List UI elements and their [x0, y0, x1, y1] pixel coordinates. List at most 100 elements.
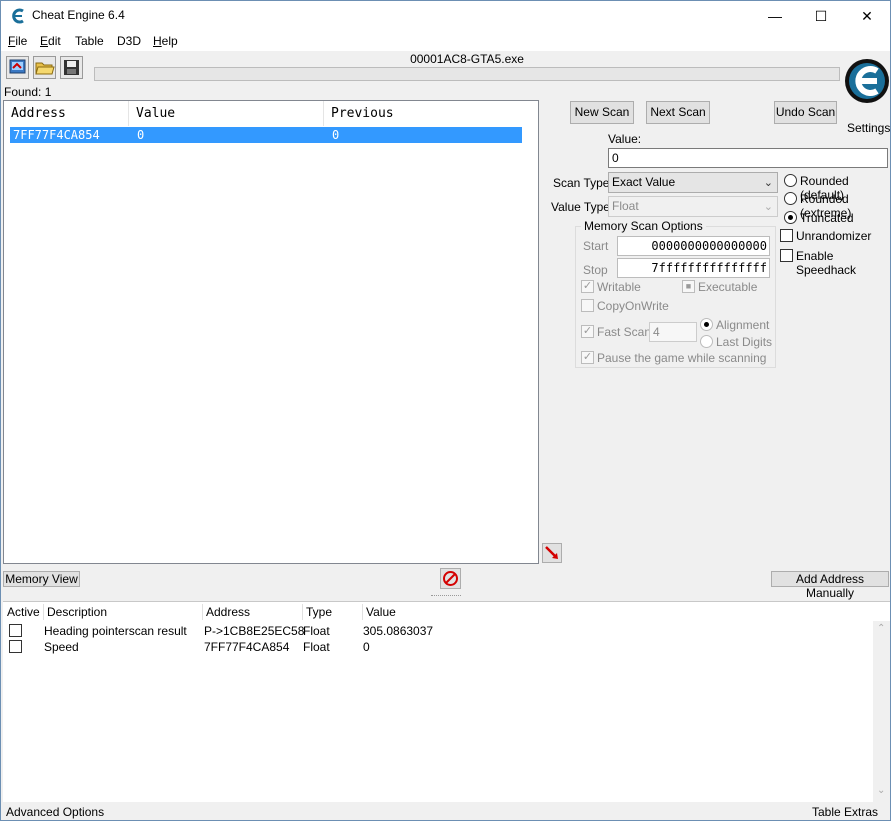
value-type-select[interactable]: Float ⌄ [608, 196, 778, 217]
process-name: 00001AC8-GTA5.exe [410, 52, 524, 66]
result-value: 0 [137, 128, 145, 142]
stop-label: Stop [583, 263, 608, 277]
result-row[interactable]: 7FF77F4CA854 0 0 [10, 127, 522, 143]
speedhack-checkbox[interactable] [780, 249, 793, 262]
settings-link[interactable]: Settings [847, 121, 890, 135]
rounded-default-radio[interactable] [784, 174, 797, 187]
copy-on-write-checkbox[interactable] [581, 299, 594, 312]
select-process-button[interactable] [6, 56, 29, 79]
speedhack-label: Enable Speedhack [796, 249, 857, 277]
table-row[interactable]: Speed 7FF77F4CA854 Float 0 [3, 639, 873, 655]
column-address[interactable]: Address [4, 101, 129, 126]
menu-help[interactable]: Help [153, 34, 178, 48]
menu-d3d[interactable]: D3D [117, 34, 141, 48]
title-bar[interactable]: Cheat Engine 6.4 — ☐ ✕ [1, 1, 890, 31]
maximize-button[interactable]: ☐ [798, 1, 844, 31]
column-divider [302, 604, 303, 620]
column-divider [362, 604, 363, 620]
address-list-scrollbar[interactable]: ⌃ ⌄ [873, 621, 890, 802]
menu-table[interactable]: Table [75, 34, 104, 48]
new-scan-button[interactable]: New Scan [570, 101, 634, 124]
stop-address-input[interactable]: 7fffffffffffffff [617, 258, 770, 278]
executable-label: Executable [698, 280, 758, 294]
executable-checkbox[interactable]: ■ [682, 280, 695, 293]
undo-scan-button[interactable]: Undo Scan [774, 101, 837, 124]
minimize-button[interactable]: — [752, 1, 798, 31]
column-divider [43, 604, 44, 620]
close-button[interactable]: ✕ [844, 1, 890, 31]
column-description[interactable]: Description [47, 605, 107, 619]
splitter-grip[interactable] [431, 595, 461, 598]
value-type-label: Value Type [551, 200, 610, 214]
advanced-options-link[interactable]: Advanced Options [6, 805, 104, 819]
entry-description: Speed [44, 640, 79, 654]
add-address-manually-button[interactable]: Add Address Manually [771, 571, 889, 600]
open-folder-icon [35, 62, 55, 75]
memory-scan-options-title: Memory Scan Options [581, 219, 706, 233]
value-type-value: Float [612, 199, 639, 213]
cheat-engine-logo-icon[interactable] [841, 53, 891, 119]
column-value[interactable]: Value [366, 605, 396, 619]
entry-type: Float [303, 640, 330, 654]
address-list[interactable]: Active Description Address Type Value He… [3, 601, 890, 802]
entry-address: P->1CB8E25EC58 [204, 624, 305, 638]
menu-bar: File Edit Table D3D Help [1, 31, 890, 51]
status-bar: Advanced Options Table Extras [1, 804, 890, 821]
column-previous[interactable]: Previous [324, 101, 538, 126]
column-divider [202, 604, 203, 620]
memory-view-button[interactable]: Memory View [3, 571, 80, 587]
stop-icon [443, 571, 458, 586]
rounded-extreme-radio[interactable] [784, 192, 797, 205]
value-label: Value: [608, 132, 642, 146]
result-address: 7FF77F4CA854 [13, 128, 100, 142]
select-process-icon [9, 59, 26, 74]
scan-type-label: Scan Type [553, 176, 610, 190]
fast-scan-checkbox[interactable]: ✓ [581, 325, 594, 338]
found-count: Found: 1 [4, 85, 52, 99]
alignment-radio[interactable] [700, 318, 713, 331]
unrandomizer-label: Unrandomizer [796, 229, 872, 243]
start-label: Start [583, 239, 609, 253]
save-file-button[interactable] [60, 56, 83, 79]
alignment-label: Alignment [716, 318, 770, 332]
chevron-down-icon: ⌄ [763, 177, 773, 189]
active-checkbox[interactable] [9, 640, 22, 653]
column-value[interactable]: Value [129, 101, 324, 126]
table-extras-link[interactable]: Table Extras [812, 805, 878, 819]
save-floppy-icon [64, 60, 79, 75]
menu-file[interactable]: File [8, 34, 27, 48]
next-scan-button[interactable]: Next Scan [646, 101, 710, 124]
unrandomizer-checkbox[interactable] [780, 229, 793, 242]
writable-label: Writable [597, 280, 641, 294]
table-row[interactable]: Heading pointerscan result P->1CB8E25EC5… [3, 623, 873, 639]
last-digits-label: Last Digits [716, 335, 773, 349]
scan-type-value: Exact Value [612, 175, 676, 189]
pause-game-label: Pause the game while scanning [597, 351, 767, 365]
column-active[interactable]: Active [7, 605, 40, 619]
start-address-input[interactable]: 0000000000000000 [617, 236, 770, 256]
last-digits-radio[interactable] [700, 335, 713, 348]
column-address[interactable]: Address [206, 605, 250, 619]
column-type[interactable]: Type [306, 605, 332, 619]
fast-scan-alignment-input[interactable]: 4 [649, 322, 697, 342]
pause-game-checkbox[interactable]: ✓ [581, 351, 594, 364]
entry-type: Float [303, 624, 330, 638]
copy-on-write-label: CopyOnWrite [597, 299, 669, 313]
truncated-radio[interactable] [784, 211, 797, 224]
entry-description: Heading pointerscan result [44, 624, 187, 638]
clear-list-button[interactable] [440, 568, 461, 589]
scan-type-select[interactable]: Exact Value ⌄ [608, 172, 778, 193]
red-arrow-icon [545, 546, 558, 559]
scan-value-input[interactable]: 0 [608, 148, 888, 168]
scroll-up-icon[interactable]: ⌃ [877, 623, 885, 634]
menu-edit[interactable]: Edit [40, 34, 61, 48]
result-previous: 0 [332, 128, 340, 142]
main-window: Cheat Engine 6.4 — ☐ ✕ File Edit Table D… [0, 0, 891, 821]
scroll-down-icon[interactable]: ⌄ [877, 785, 885, 796]
add-to-list-button[interactable] [542, 543, 562, 563]
active-checkbox[interactable] [9, 624, 22, 637]
entry-value: 305.0863037 [363, 624, 434, 638]
open-file-button[interactable] [33, 56, 56, 79]
writable-checkbox[interactable]: ✓ [581, 280, 594, 293]
scan-results-list[interactable]: Address Value Previous 7FF77F4CA854 0 0 [3, 100, 539, 564]
